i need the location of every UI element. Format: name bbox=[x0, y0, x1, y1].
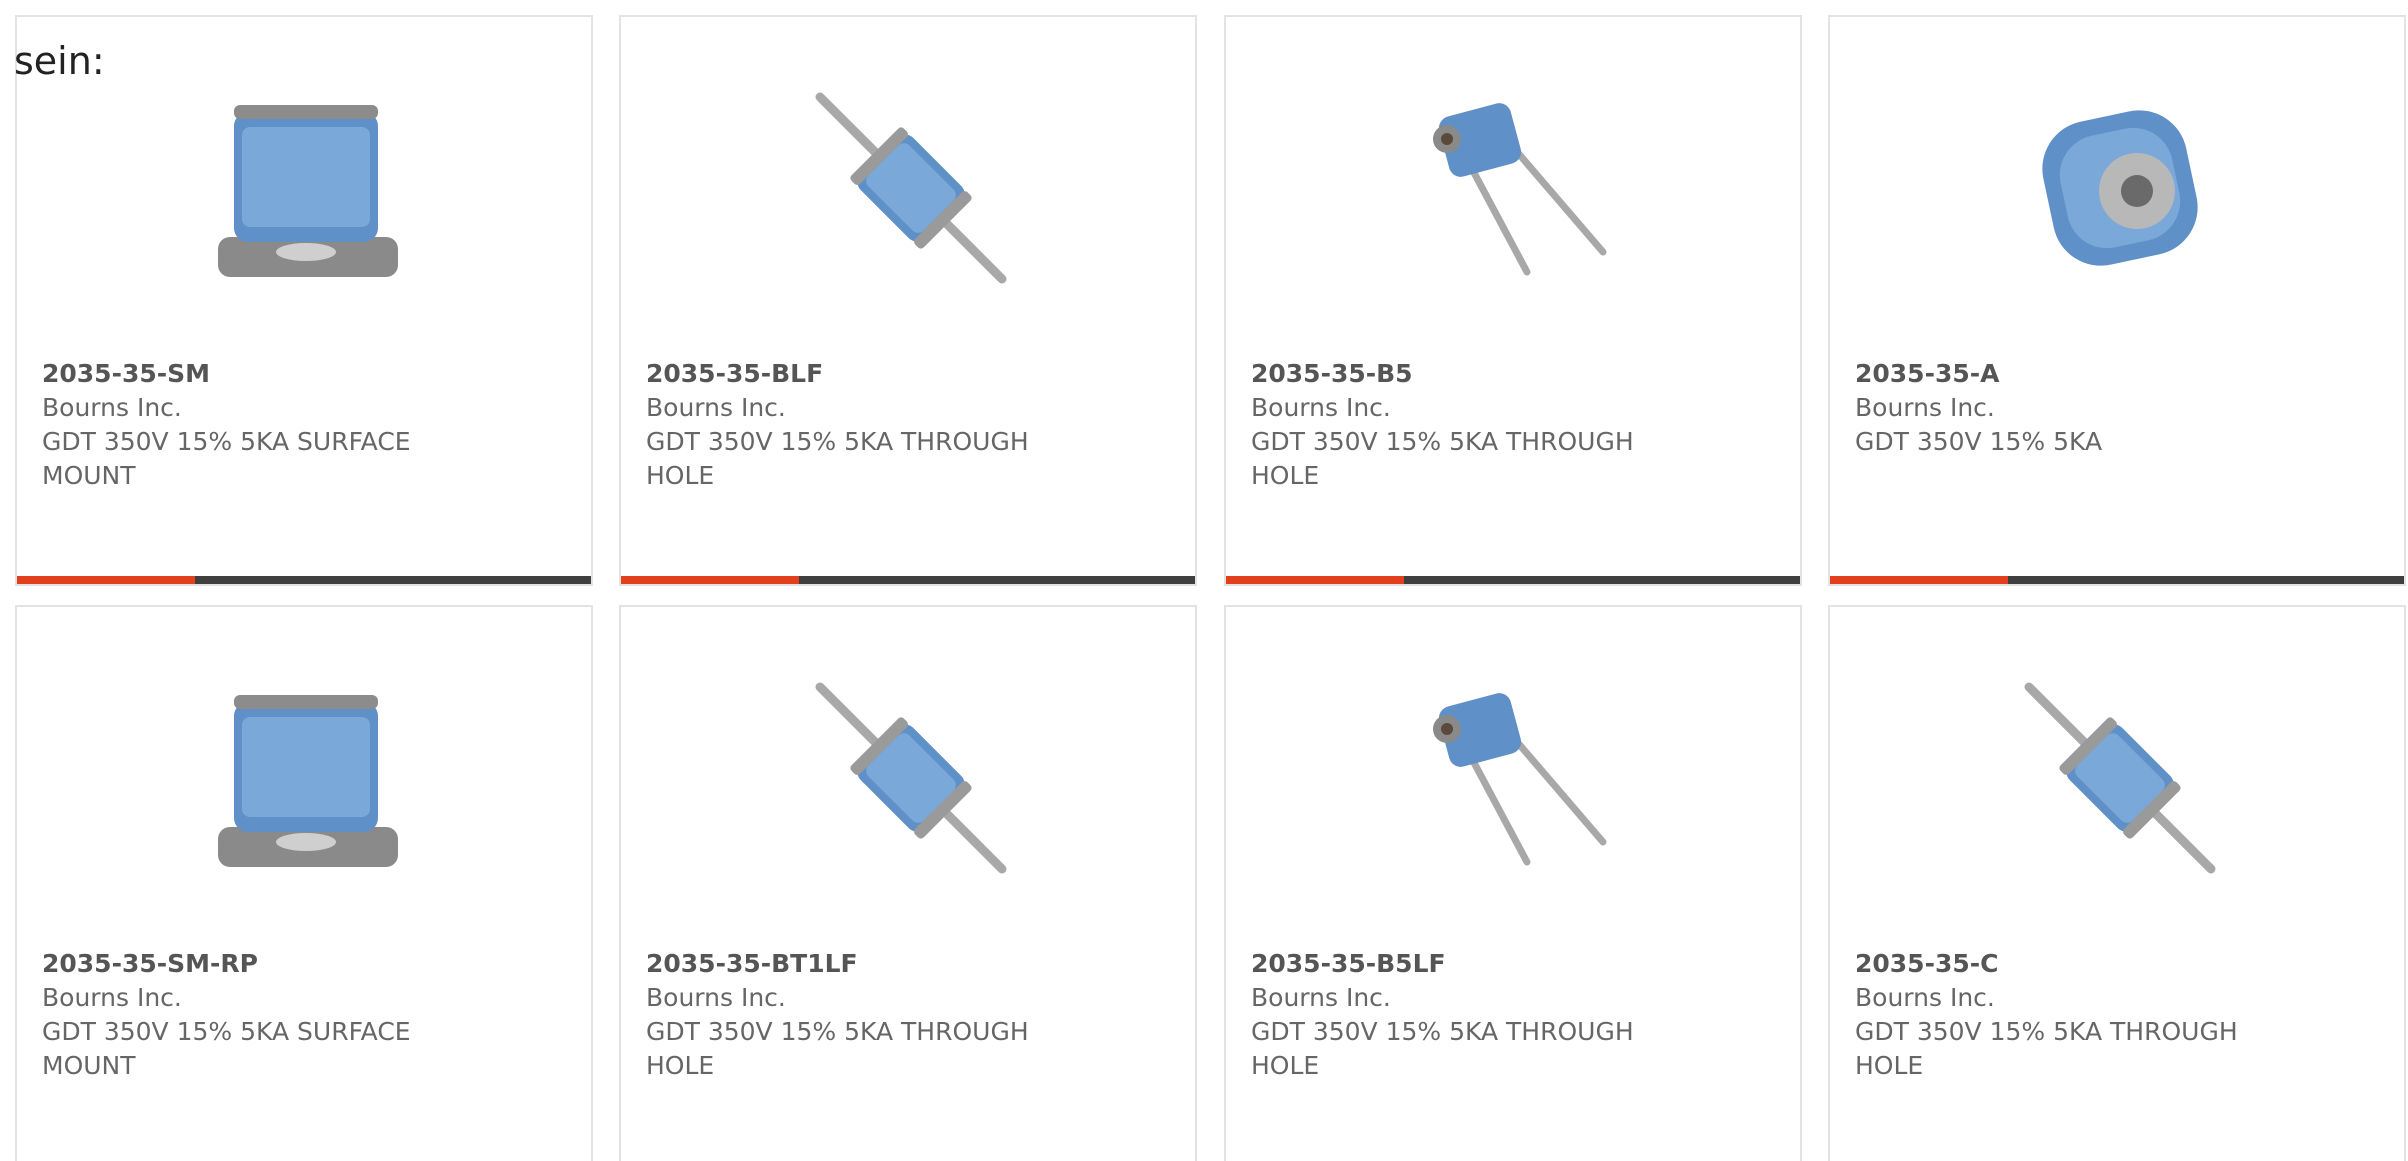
part-number-link[interactable]: 2035-35-SM-RP bbox=[42, 947, 462, 981]
part-number-link[interactable]: 2035-35-A bbox=[1855, 357, 2275, 391]
part-number-link[interactable]: 2035-35-BT1LF bbox=[646, 947, 1066, 981]
manufacturer: Bourns Inc. bbox=[646, 393, 786, 422]
gdt-radial-lead-image[interactable] bbox=[1415, 87, 1617, 289]
product-card[interactable]: 2035-35-SM Bourns Inc. GDT 350V 15% 5KA … bbox=[15, 15, 593, 586]
progress-fill bbox=[621, 576, 799, 584]
description: GDT 350V 15% 5KA THROUGH HOLE bbox=[646, 1017, 1029, 1080]
manufacturer: Bourns Inc. bbox=[42, 393, 182, 422]
progress-bar bbox=[17, 576, 591, 584]
part-number-link[interactable]: 2035-35-B5 bbox=[1251, 357, 1671, 391]
description: GDT 350V 15% 5KA SURFACE MOUNT bbox=[42, 427, 411, 490]
description: GDT 350V 15% 5KA bbox=[1855, 427, 2103, 456]
progress-bar bbox=[1830, 576, 2404, 584]
product-card[interactable]: 2035-35-SM-RP Bourns Inc. GDT 350V 15% 5… bbox=[15, 605, 593, 1161]
product-card[interactable]: 2035-35-BT1LF Bourns Inc. GDT 350V 15% 5… bbox=[619, 605, 1197, 1161]
gdt-radial-lead-image[interactable] bbox=[1415, 677, 1617, 879]
progress-fill bbox=[1226, 576, 1404, 584]
gdt-axial-lead-image[interactable] bbox=[810, 677, 1012, 879]
description: GDT 350V 15% 5KA SURFACE MOUNT bbox=[42, 1017, 411, 1080]
progress-bar bbox=[621, 576, 1195, 584]
progress-bar bbox=[1226, 576, 1800, 584]
part-number-link[interactable]: 2035-35-B5LF bbox=[1251, 947, 1671, 981]
lead-text: sein: bbox=[14, 39, 105, 83]
progress-fill bbox=[1830, 576, 2008, 584]
gdt-barrel-image[interactable] bbox=[2019, 87, 2221, 289]
manufacturer: Bourns Inc. bbox=[1251, 983, 1391, 1012]
part-number-link[interactable]: 2035-35-SM bbox=[42, 357, 462, 391]
description: GDT 350V 15% 5KA THROUGH HOLE bbox=[1251, 1017, 1634, 1080]
product-info: 2035-35-B5LF Bourns Inc. GDT 350V 15% 5K… bbox=[1251, 947, 1671, 1083]
gdt-axial-lead-image[interactable] bbox=[2019, 677, 2221, 879]
product-info: 2035-35-SM-RP Bourns Inc. GDT 350V 15% 5… bbox=[42, 947, 462, 1083]
manufacturer: Bourns Inc. bbox=[646, 983, 786, 1012]
manufacturer: Bourns Inc. bbox=[1251, 393, 1391, 422]
product-grid-page: sein: 2035-35-SM Bourns Inc. GDT 350V 15… bbox=[0, 0, 2408, 1161]
part-number-link[interactable]: 2035-35-BLF bbox=[646, 357, 1066, 391]
manufacturer: Bourns Inc. bbox=[42, 983, 182, 1012]
product-info: 2035-35-BLF Bourns Inc. GDT 350V 15% 5KA… bbox=[646, 357, 1066, 493]
gdt-axial-lead-image[interactable] bbox=[810, 87, 1012, 289]
manufacturer: Bourns Inc. bbox=[1855, 983, 1995, 1012]
description: GDT 350V 15% 5KA THROUGH HOLE bbox=[646, 427, 1029, 490]
gdt-surface-mount-image[interactable] bbox=[206, 87, 408, 289]
part-number-link[interactable]: 2035-35-C bbox=[1855, 947, 2275, 981]
product-card[interactable]: 2035-35-B5 Bourns Inc. GDT 350V 15% 5KA … bbox=[1224, 15, 1802, 586]
description: GDT 350V 15% 5KA THROUGH HOLE bbox=[1251, 427, 1634, 490]
description: GDT 350V 15% 5KA THROUGH HOLE bbox=[1855, 1017, 2238, 1080]
product-info: 2035-35-BT1LF Bourns Inc. GDT 350V 15% 5… bbox=[646, 947, 1066, 1083]
product-grid: 2035-35-SM Bourns Inc. GDT 350V 15% 5KA … bbox=[15, 15, 2408, 1161]
gdt-surface-mount-image[interactable] bbox=[206, 677, 408, 879]
product-info: 2035-35-C Bourns Inc. GDT 350V 15% 5KA T… bbox=[1855, 947, 2275, 1083]
product-info: 2035-35-A Bourns Inc. GDT 350V 15% 5KA bbox=[1855, 357, 2275, 459]
product-info: 2035-35-SM Bourns Inc. GDT 350V 15% 5KA … bbox=[42, 357, 462, 493]
product-info: 2035-35-B5 Bourns Inc. GDT 350V 15% 5KA … bbox=[1251, 357, 1671, 493]
product-card[interactable]: 2035-35-B5LF Bourns Inc. GDT 350V 15% 5K… bbox=[1224, 605, 1802, 1161]
product-card[interactable]: 2035-35-A Bourns Inc. GDT 350V 15% 5KA bbox=[1828, 15, 2406, 586]
product-card[interactable]: 2035-35-C Bourns Inc. GDT 350V 15% 5KA T… bbox=[1828, 605, 2406, 1161]
product-card[interactable]: 2035-35-BLF Bourns Inc. GDT 350V 15% 5KA… bbox=[619, 15, 1197, 586]
manufacturer: Bourns Inc. bbox=[1855, 393, 1995, 422]
progress-fill bbox=[17, 576, 195, 584]
